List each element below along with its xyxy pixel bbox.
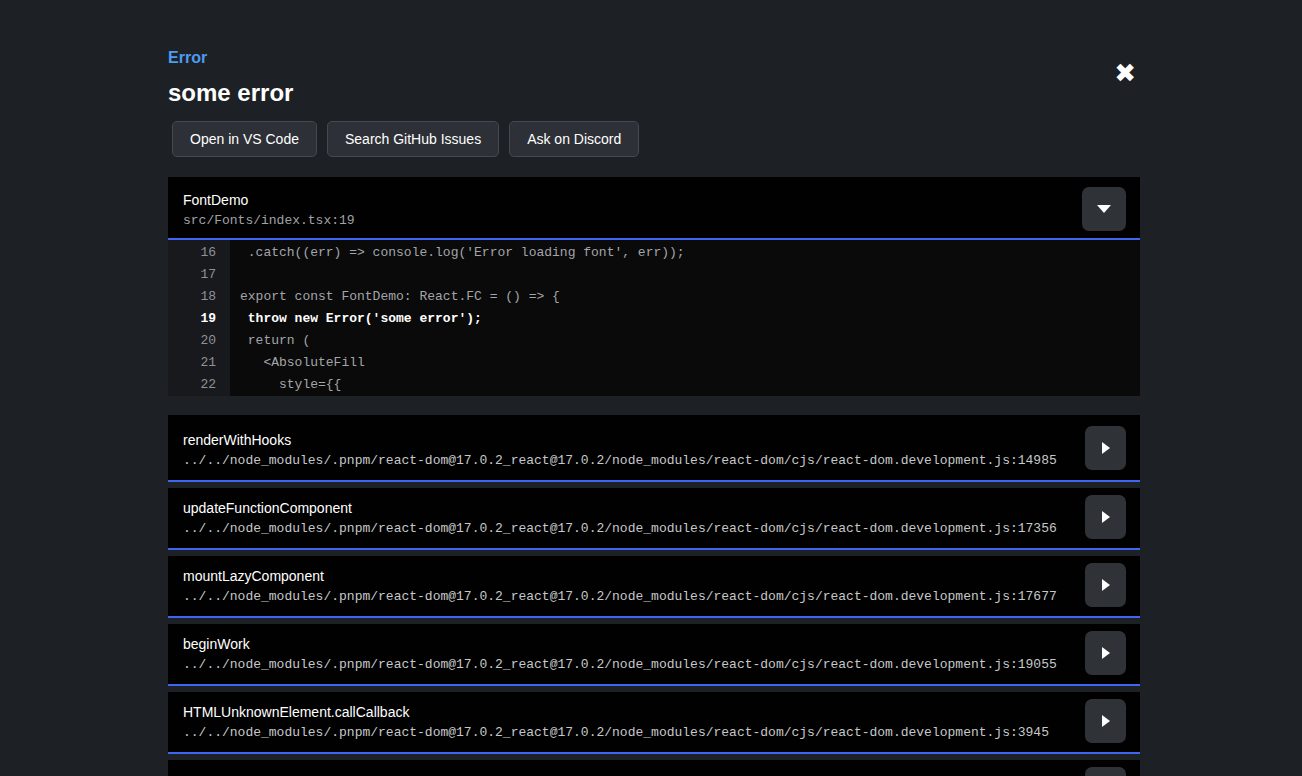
code-line: 22 style={{ bbox=[168, 374, 1140, 396]
close-icon: ✖ bbox=[1114, 58, 1136, 88]
code-line-number: 21 bbox=[168, 352, 230, 374]
expand-frame-button[interactable] bbox=[1085, 767, 1126, 776]
stack-frame-name: mountLazyComponent bbox=[183, 568, 1125, 585]
expand-frame-button[interactable] bbox=[1085, 426, 1126, 470]
code-frame: 16 .catch((err) => console.log('Error lo… bbox=[168, 240, 1140, 396]
stack-frame-name: updateFunctionComponent bbox=[183, 500, 1125, 517]
stack-frame-path: ../../node_modules/.pnpm/react-dom@17.0.… bbox=[183, 657, 1125, 673]
code-line-text bbox=[230, 264, 1140, 286]
source-file-location: src/Fonts/index.tsx:19 bbox=[183, 213, 1125, 229]
open-in-vs-code-button[interactable]: Open in VS Code bbox=[172, 121, 317, 157]
stack-frame: beginWork ../../node_modules/.pnpm/react… bbox=[168, 624, 1140, 686]
stack-frame-list: renderWithHooks ../../node_modules/.pnpm… bbox=[168, 415, 1140, 776]
code-line-text: style={{ bbox=[230, 374, 1140, 396]
play-icon bbox=[1102, 715, 1110, 727]
stack-frame: HTMLUnknownElement.callCallback ../../no… bbox=[168, 692, 1140, 754]
expand-frame-button[interactable] bbox=[1085, 495, 1126, 539]
stack-frame-name: beginWork bbox=[183, 636, 1125, 653]
chevron-down-icon bbox=[1097, 205, 1111, 213]
source-function-name: FontDemo bbox=[183, 192, 1125, 209]
stack-frame-name: renderWithHooks bbox=[183, 432, 1125, 449]
code-line-number: 20 bbox=[168, 330, 230, 352]
code-line-text: throw new Error('some error'); bbox=[230, 308, 1140, 330]
code-line-number: 19 bbox=[168, 308, 230, 330]
source-frame-panel: FontDemo src/Fonts/index.tsx:19 16 .catc… bbox=[168, 177, 1140, 396]
code-line: 20 return ( bbox=[168, 330, 1140, 352]
ask-on-discord-button[interactable]: Ask on Discord bbox=[509, 121, 639, 157]
code-line: 18 export const FontDemo: React.FC = () … bbox=[168, 286, 1140, 308]
code-line-number: 18 bbox=[168, 286, 230, 308]
code-line-text: export const FontDemo: React.FC = () => … bbox=[230, 286, 1140, 308]
code-line: 19 throw new Error('some error'); bbox=[168, 308, 1140, 330]
play-icon bbox=[1102, 442, 1110, 454]
code-line-text: return ( bbox=[230, 330, 1140, 352]
stack-frame bbox=[168, 760, 1140, 776]
stack-frame: updateFunctionComponent ../../node_modul… bbox=[168, 488, 1140, 550]
expand-frame-button[interactable] bbox=[1085, 631, 1126, 675]
code-line: 16 .catch((err) => console.log('Error lo… bbox=[168, 242, 1140, 264]
stack-frame-path: ../../node_modules/.pnpm/react-dom@17.0.… bbox=[183, 725, 1125, 741]
stack-frame-path: ../../node_modules/.pnpm/react-dom@17.0.… bbox=[183, 453, 1125, 469]
play-icon bbox=[1102, 647, 1110, 659]
search-github-issues-button[interactable]: Search GitHub Issues bbox=[327, 121, 499, 157]
stack-frame: renderWithHooks ../../node_modules/.pnpm… bbox=[168, 415, 1140, 482]
play-icon bbox=[1102, 579, 1110, 591]
error-overlay: ✖ Error some error Open in VS Code Search… bbox=[168, 0, 1140, 776]
code-line-text: .catch((err) => console.log('Error loadi… bbox=[230, 242, 1140, 264]
stack-frame-path: ../../node_modules/.pnpm/react-dom@17.0.… bbox=[183, 589, 1125, 605]
error-kind-label: Error bbox=[168, 48, 1140, 68]
stack-frame-name: HTMLUnknownElement.callCallback bbox=[183, 704, 1125, 721]
expand-frame-button[interactable] bbox=[1085, 699, 1126, 743]
code-line-number: 17 bbox=[168, 264, 230, 286]
close-button[interactable]: ✖ bbox=[1114, 60, 1136, 86]
code-line: 17 bbox=[168, 264, 1140, 286]
code-line-text: <AbsoluteFill bbox=[230, 352, 1140, 374]
stack-frame-path: ../../node_modules/.pnpm/react-dom@17.0.… bbox=[183, 521, 1125, 537]
expand-frame-button[interactable] bbox=[1085, 563, 1126, 607]
stack-frame: mountLazyComponent ../../node_modules/.p… bbox=[168, 556, 1140, 618]
code-line-number: 22 bbox=[168, 374, 230, 396]
code-line-number: 16 bbox=[168, 242, 230, 264]
collapse-frame-button[interactable] bbox=[1082, 187, 1126, 231]
source-frame-header: FontDemo src/Fonts/index.tsx:19 bbox=[168, 177, 1140, 240]
action-buttons: Open in VS Code Search GitHub Issues Ask o… bbox=[168, 121, 1140, 157]
error-message: some error bbox=[168, 80, 1140, 106]
play-icon bbox=[1102, 511, 1110, 523]
code-line: 21 <AbsoluteFill bbox=[168, 352, 1140, 374]
